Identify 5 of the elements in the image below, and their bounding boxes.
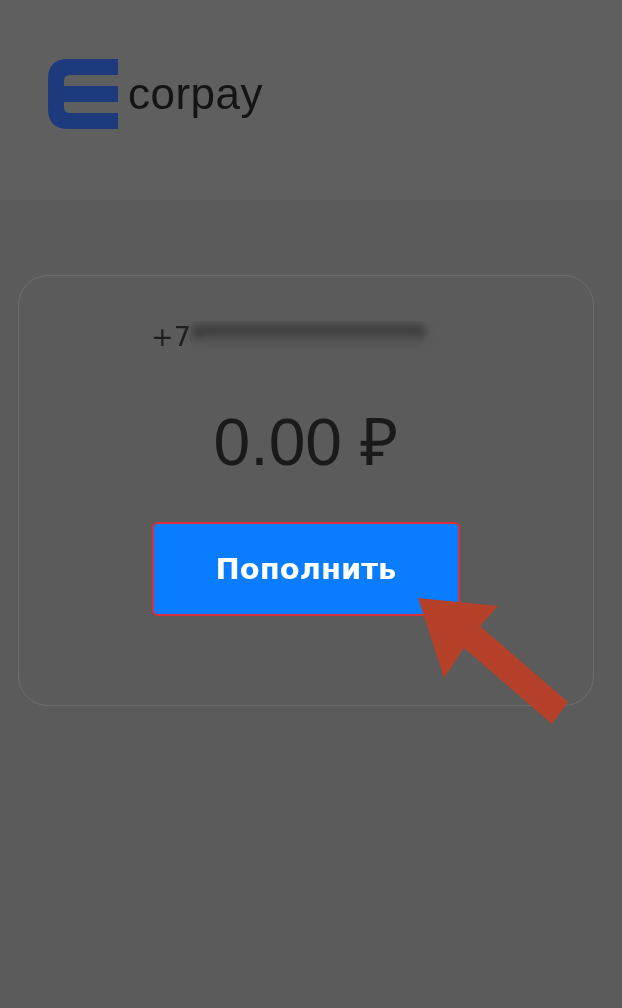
phone-number: +7 <box>151 320 191 352</box>
top-up-button[interactable]: Пополнить <box>152 522 460 616</box>
balance-amount: 0.00 ₽ <box>213 404 399 481</box>
brand-name: corpay <box>128 69 264 119</box>
logo-icon <box>48 59 118 129</box>
